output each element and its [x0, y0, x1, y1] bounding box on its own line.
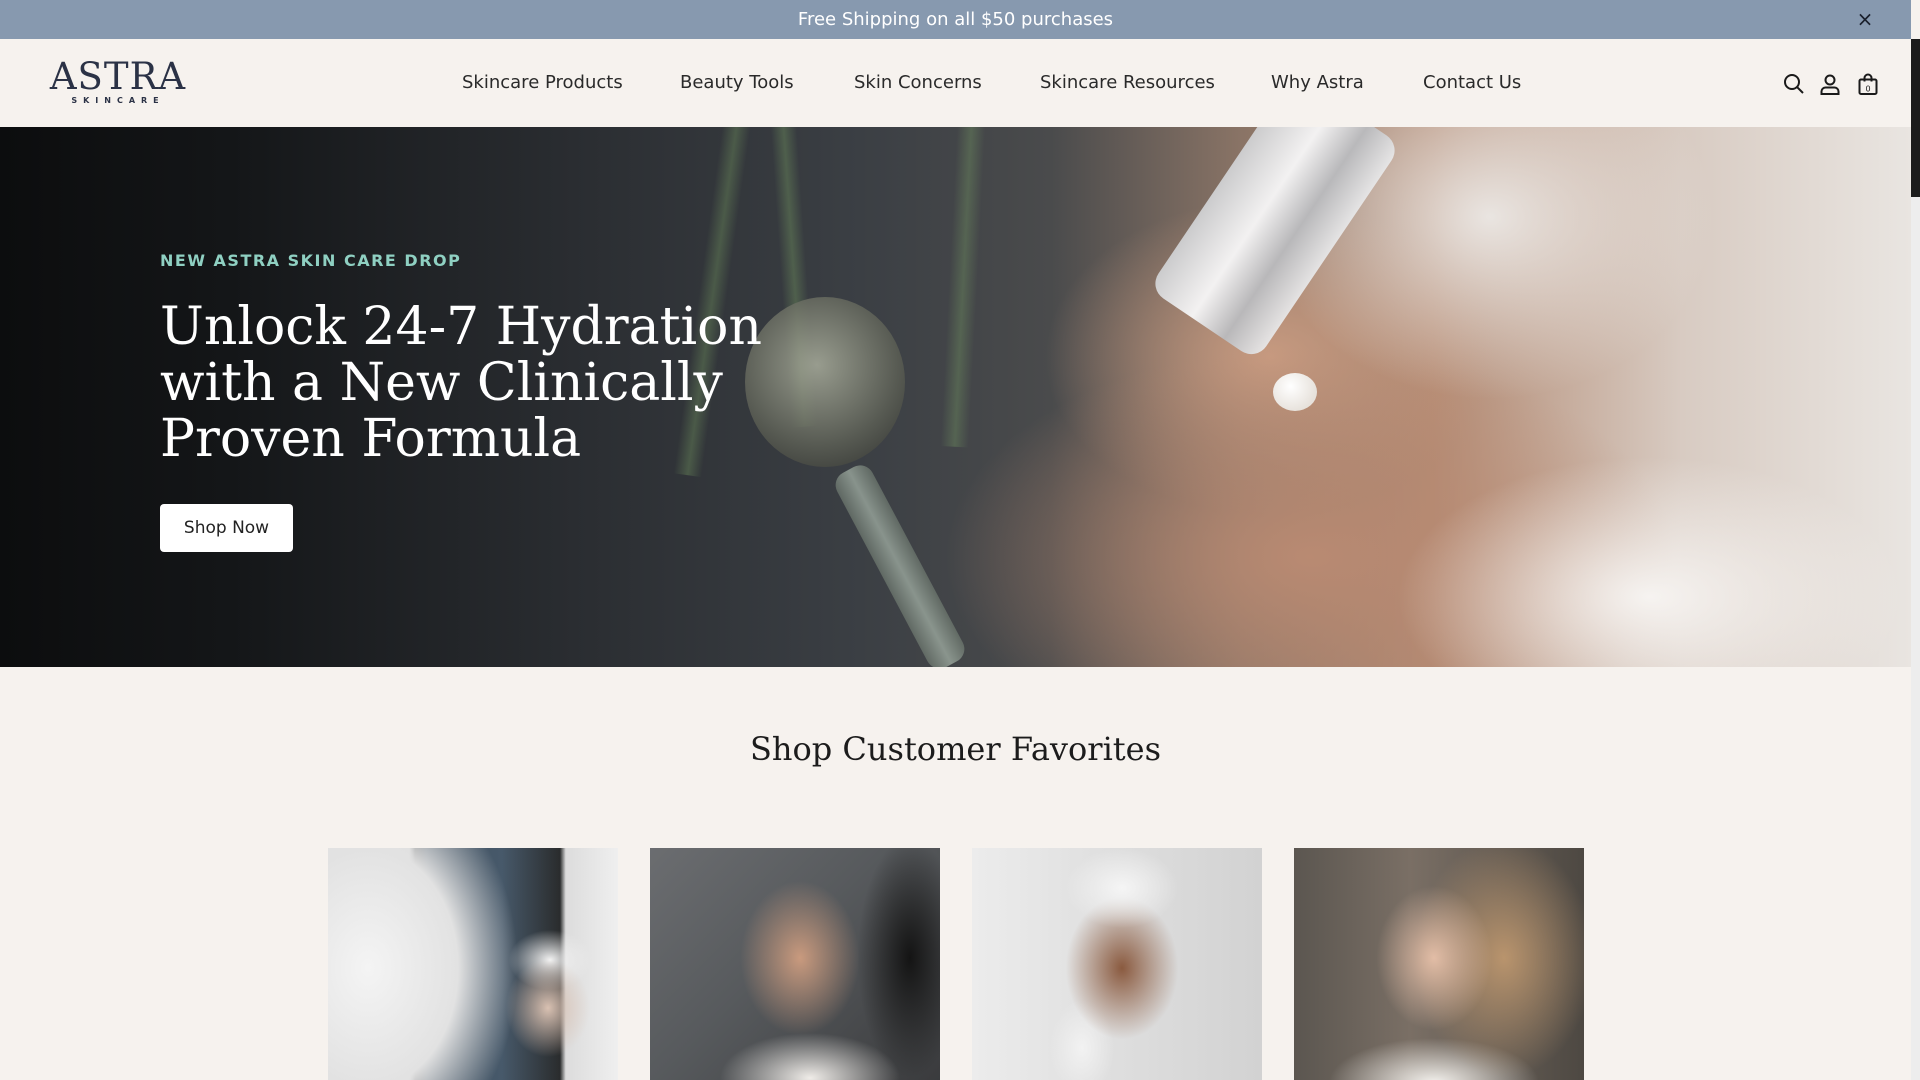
- user-icon[interactable]: [1818, 72, 1842, 96]
- bag-icon[interactable]: 0: [1856, 72, 1880, 96]
- hero-content: NEW ASTRA SKIN CARE DROP Unlock 24-7 Hyd…: [160, 127, 860, 667]
- nav-item-contact-us[interactable]: Contact Us: [1423, 72, 1521, 93]
- cart-count: 0: [1865, 85, 1870, 94]
- nav-item-why-astra[interactable]: Why Astra: [1271, 72, 1364, 93]
- nav-item-skin-concerns[interactable]: Skin Concerns: [854, 72, 982, 93]
- close-icon[interactable]: ×: [1855, 9, 1875, 29]
- site-header: ASTRA SKINCARE Skincare Products Beauty …: [0, 39, 1911, 127]
- scrollbar[interactable]: [1911, 39, 1920, 1080]
- hero-banner: NEW ASTRA SKIN CARE DROP Unlock 24-7 Hyd…: [0, 127, 1911, 667]
- hero-image-cream-drop: [1273, 373, 1317, 411]
- announcement-text: Free Shipping on all $50 purchases: [797, 9, 1114, 30]
- product-card-image[interactable]: [972, 848, 1262, 1080]
- logo[interactable]: ASTRA SKINCARE: [46, 57, 190, 111]
- search-icon[interactable]: [1782, 72, 1806, 96]
- nav-item-skincare-resources[interactable]: Skincare Resources: [1040, 72, 1215, 93]
- product-card-image[interactable]: [328, 848, 618, 1080]
- nav-item-beauty-tools[interactable]: Beauty Tools: [680, 72, 794, 93]
- hero-image-leaf: [940, 127, 988, 448]
- hero-eyebrow: NEW ASTRA SKIN CARE DROP: [160, 251, 462, 270]
- product-card-image[interactable]: [1294, 848, 1584, 1080]
- product-card-image[interactable]: [650, 848, 940, 1080]
- section-title: Shop Customer Favorites: [749, 730, 1162, 768]
- hero-image-bottle: [1148, 127, 1402, 362]
- announcement-bar: Free Shipping on all $50 purchases ×: [0, 0, 1911, 39]
- scrollbar-thumb[interactable]: [1911, 39, 1920, 197]
- hero-title: Unlock 24-7 Hydration with a New Clinica…: [160, 297, 762, 469]
- shop-now-button[interactable]: Shop Now: [160, 504, 293, 552]
- logo-wordmark: ASTRA: [49, 55, 187, 98]
- nav-item-skincare-products[interactable]: Skincare Products: [462, 72, 623, 93]
